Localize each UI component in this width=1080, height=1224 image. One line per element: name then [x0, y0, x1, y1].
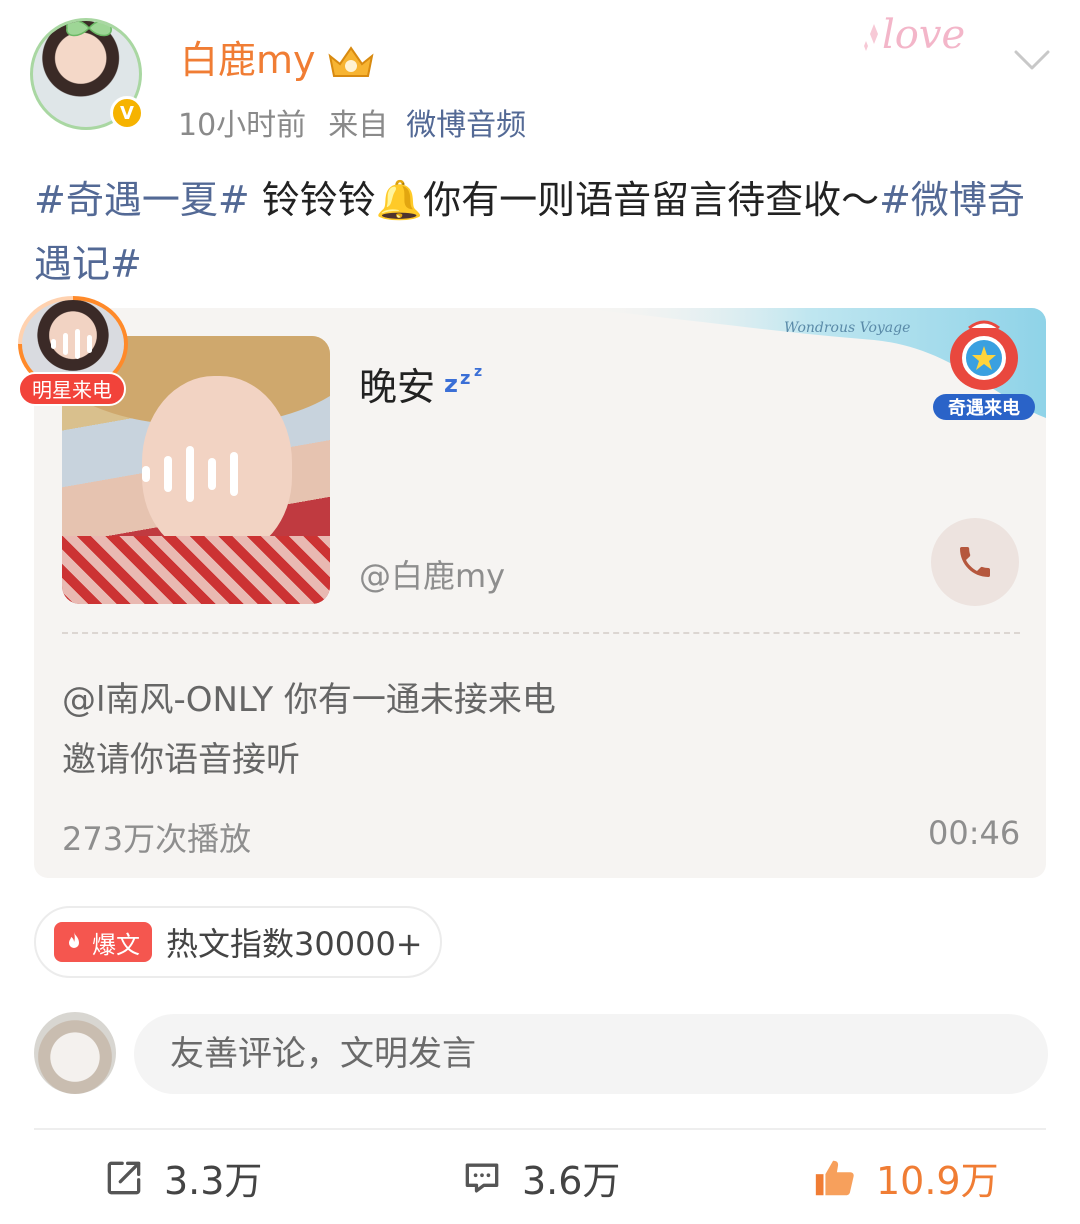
comment-button[interactable]: 3.6万: [460, 1150, 620, 1205]
love-decoration: love: [864, 12, 965, 58]
hashtag-link[interactable]: #奇遇一夏#: [34, 178, 250, 222]
post-body: 铃铃铃🔔你有一则语音留言待查收～: [249, 178, 880, 222]
hot-pill-label: 爆文: [92, 930, 140, 959]
username[interactable]: 白鹿my: [180, 39, 316, 82]
post-source-link[interactable]: 微博音频: [406, 108, 526, 143]
hot-pill: 爆文: [54, 922, 152, 962]
sound-wave-icon: [51, 329, 92, 359]
thumbs-up-icon: [815, 1160, 854, 1195]
audio-duration: 00:46: [928, 814, 1021, 852]
svg-text:z: z: [474, 364, 482, 380]
share-count: 3.3万: [164, 1159, 263, 1203]
card-divider: [62, 632, 1020, 634]
share-icon: [107, 1161, 141, 1194]
user-avatar[interactable]: V: [30, 18, 148, 136]
like-count: 10.9万: [876, 1159, 999, 1203]
from-label: 来自: [328, 108, 389, 143]
vip-crown-icon[interactable]: [326, 42, 376, 82]
audio-author-mention[interactable]: @白鹿my: [359, 551, 505, 597]
mascot-logo: 奇遇来电: [933, 320, 1035, 420]
mascot-label: 奇遇来电: [948, 397, 1020, 419]
audio-title: 晚安: [359, 365, 436, 409]
sleep-zzz-icon: z z z: [444, 364, 482, 394]
verified-badge-icon: V: [110, 96, 144, 130]
svg-text:z: z: [460, 368, 470, 389]
hot-post-badge[interactable]: 爆文 热文指数30000+: [34, 906, 442, 978]
hot-index-text: 热文指数30000+: [166, 925, 423, 963]
sea-text: Wondrous Voyage: [784, 320, 910, 336]
commenter-avatar: [34, 1012, 116, 1094]
star-call-badge[interactable]: 明星来电: [0, 290, 132, 416]
comment-count: 3.6万: [522, 1159, 621, 1203]
svg-text:z: z: [444, 370, 458, 394]
love-decoration-text: love: [882, 12, 965, 58]
star-call-label: 明星来电: [18, 372, 126, 406]
comment-icon: [465, 1163, 499, 1192]
action-divider: [34, 1128, 1046, 1130]
chevron-down-icon[interactable]: [1010, 44, 1054, 74]
comment-input[interactable]: 友善评论，文明发言: [134, 1014, 1048, 1094]
call-button[interactable]: [931, 518, 1019, 606]
like-button[interactable]: 10.9万: [812, 1150, 999, 1205]
missed-call-message: @l南风-ONLY 你有一通未接来电 邀请你语音接听: [62, 670, 556, 790]
missed-call-line[interactable]: @l南风-ONLY 你有一通未接来电: [62, 670, 556, 730]
fire-icon: [69, 932, 79, 948]
post-meta: 10小时前 来自 微博音频: [178, 108, 526, 144]
bow-icon: [66, 21, 112, 37]
post-time: 10小时前: [178, 108, 307, 143]
play-count: 273万次播放: [62, 820, 252, 858]
sound-wave-icon: [142, 446, 238, 502]
post-text: #奇遇一夏# 铃铃铃🔔你有一则语音留言待查收～#微博奇遇记#: [34, 168, 1050, 296]
audio-card[interactable]: Wondrous Voyage 晚安 z z z @白鹿my 奇遇来电 @l南风…: [34, 308, 1046, 878]
invite-line: 邀请你语音接听: [62, 740, 300, 780]
phone-icon: [960, 547, 990, 577]
share-button[interactable]: 3.3万: [102, 1150, 262, 1205]
